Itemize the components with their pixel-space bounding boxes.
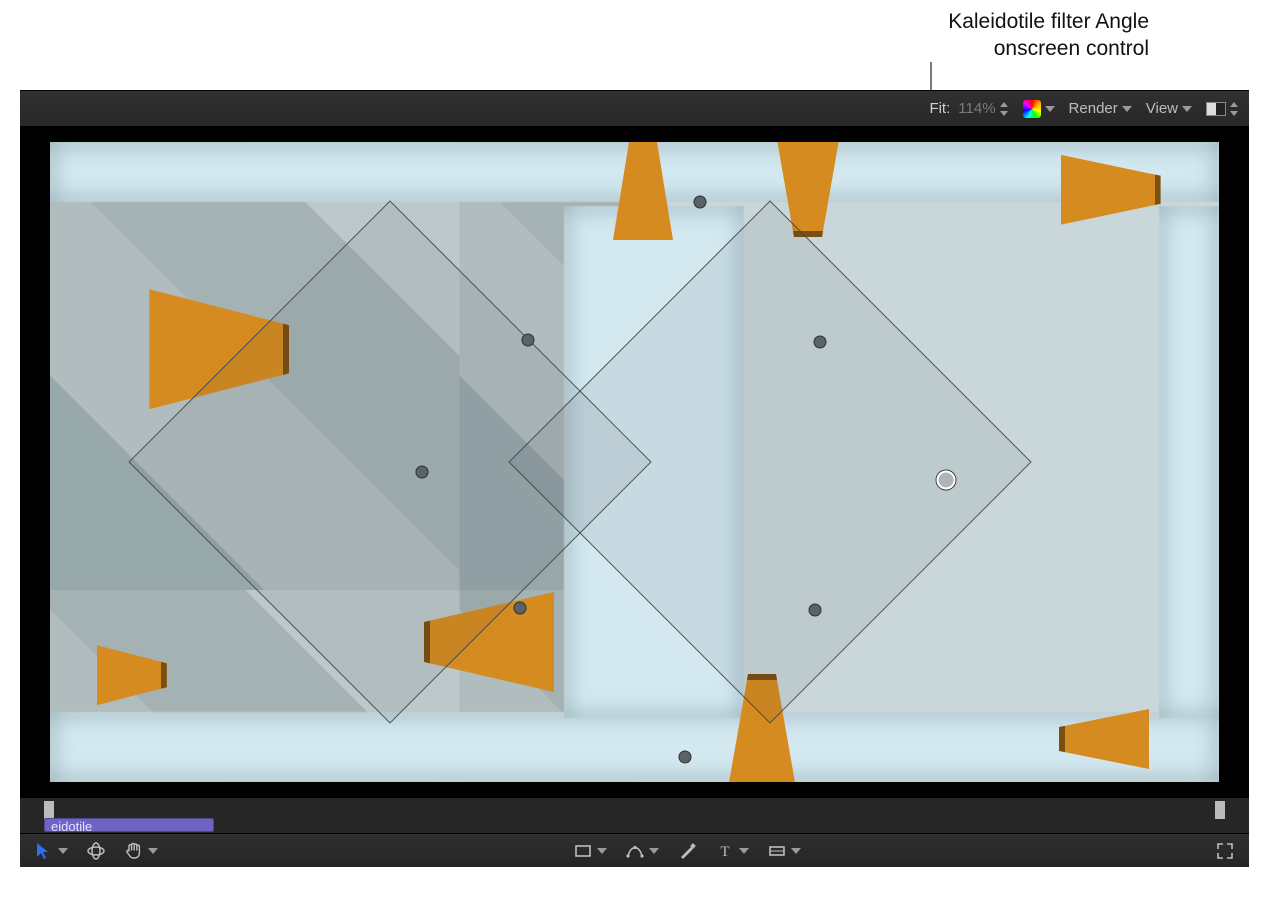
timeline-clip[interactable]: eidotile (44, 818, 214, 832)
view-layouts-menu[interactable] (1206, 102, 1239, 116)
osc-handle[interactable] (679, 751, 692, 764)
callout-line1: Kaleidotile filter Angle (749, 8, 1149, 35)
osc-handle[interactable] (814, 336, 827, 349)
rectangle-icon (573, 841, 593, 861)
chevron-down-icon (1045, 106, 1055, 112)
onscreen-controls-overlay (50, 142, 1219, 782)
render-menu[interactable]: Render (1069, 100, 1132, 117)
transform-tool[interactable] (34, 841, 68, 861)
fit-value: 114% (958, 100, 995, 117)
chevron-down-icon (1182, 106, 1192, 112)
view-label: View (1146, 100, 1178, 117)
shape-tool[interactable] (767, 841, 801, 861)
canvas-top-toolbar: Fit: 114% Render View (20, 91, 1249, 127)
bezier-tool[interactable] (625, 841, 659, 861)
pen-path-icon (625, 841, 645, 861)
text-tool[interactable]: T (715, 841, 749, 861)
playhead-in-icon[interactable] (44, 801, 54, 819)
player-fullscreen-button[interactable] (1215, 841, 1235, 861)
canvas-content (50, 142, 1219, 782)
clip-label: eidotile (51, 819, 92, 832)
canvas-bottom-toolbar: T (20, 833, 1249, 867)
osc-handle[interactable] (514, 602, 527, 615)
color-wheel-icon (1023, 100, 1041, 118)
chevron-down-icon (148, 848, 158, 854)
playhead-out-icon[interactable] (1215, 801, 1225, 819)
chevron-down-icon (739, 848, 749, 854)
render-label: Render (1069, 100, 1118, 117)
osc-handle[interactable] (416, 466, 429, 479)
chevron-down-icon (791, 848, 801, 854)
osc-handle[interactable] (809, 604, 822, 617)
expand-icon (1215, 841, 1235, 861)
arrow-cursor-icon (34, 841, 54, 861)
chevron-down-icon (597, 848, 607, 854)
osc-handle[interactable] (694, 196, 707, 209)
brush-icon (677, 841, 697, 861)
stepper-icon (1000, 102, 1009, 116)
osc-bounding-diamond[interactable] (508, 200, 1031, 723)
orbit-3d-tool[interactable] (86, 841, 106, 861)
orbit-icon (86, 841, 106, 861)
pan-tool[interactable] (124, 841, 158, 861)
chevron-down-icon (58, 848, 68, 854)
chevron-down-icon (649, 848, 659, 854)
color-channels-menu[interactable] (1023, 100, 1055, 118)
svg-text:T: T (720, 844, 729, 860)
hand-icon (124, 841, 144, 861)
fit-label: Fit: (929, 100, 950, 117)
osc-handle[interactable] (522, 334, 535, 347)
mini-timeline[interactable]: eidotile (20, 797, 1249, 833)
text-icon: T (715, 841, 735, 861)
view-menu[interactable]: View (1146, 100, 1192, 117)
callout-annotation: Kaleidotile filter Angle onscreen contro… (749, 8, 1149, 63)
motion-canvas-window: Fit: 114% Render View (20, 90, 1249, 867)
rectangle-mask-tool[interactable] (573, 841, 607, 861)
callout-line2: onscreen control (749, 35, 1149, 62)
canvas-viewport[interactable] (20, 127, 1249, 797)
stepper-icon (1230, 102, 1239, 116)
fit-zoom-control[interactable]: Fit: 114% (929, 100, 1008, 117)
chevron-down-icon (1122, 106, 1132, 112)
layout-icon (1206, 102, 1226, 116)
rectangle-shape-icon (767, 841, 787, 861)
kaleidotile-angle-handle[interactable] (937, 471, 956, 490)
paint-stroke-tool[interactable] (677, 841, 697, 861)
